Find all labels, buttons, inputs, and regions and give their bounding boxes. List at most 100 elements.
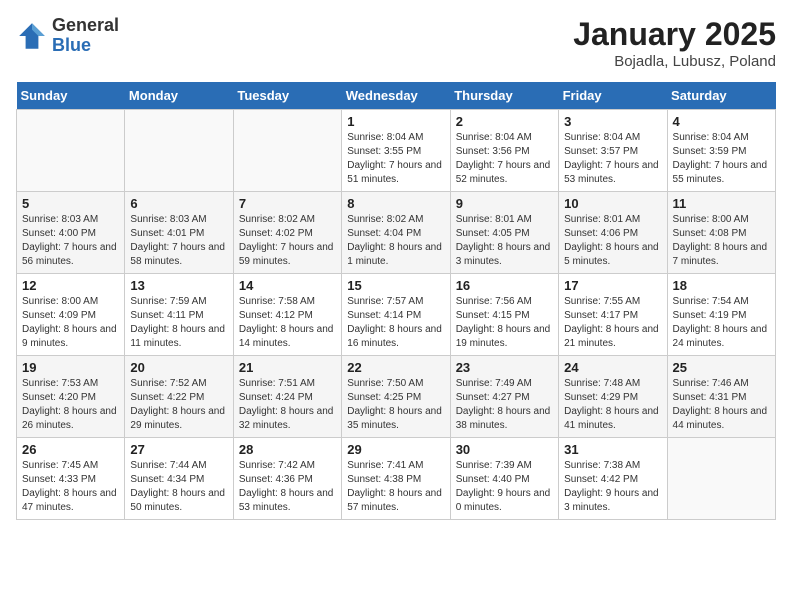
calendar-week-row: 26 Sunrise: 7:45 AM Sunset: 4:33 PM Dayli… <box>17 438 776 520</box>
calendar-cell: 19 Sunrise: 7:53 AM Sunset: 4:20 PM Dayli… <box>17 356 125 438</box>
calendar-cell: 4Sunrise: 8:04 AM Sunset: 3:59 PM Daylig… <box>667 110 775 192</box>
calendar-cell: 22 Sunrise: 7:50 AM Sunset: 4:25 PM Dayli… <box>342 356 450 438</box>
calendar-cell: 8 Sunrise: 8:02 AM Sunset: 4:04 PM Daylig… <box>342 192 450 274</box>
day-number: 22 <box>347 360 444 375</box>
calendar-week-row: 19 Sunrise: 7:53 AM Sunset: 4:20 PM Dayli… <box>17 356 776 438</box>
day-info: Sunrise: 7:51 AM Sunset: 4:24 PM Dayligh… <box>239 377 336 433</box>
day-number: 28 <box>239 442 336 457</box>
day-number: 29 <box>347 442 444 457</box>
day-info: Sunrise: 7:38 AM Sunset: 4:42 PM Dayligh… <box>564 459 661 515</box>
calendar-cell: 5Sunrise: 8:03 AM Sunset: 4:00 PM Daylig… <box>17 192 125 274</box>
day-info: Sunrise: 7:55 AM Sunset: 4:17 PM Dayligh… <box>564 295 661 351</box>
day-number: 6 <box>130 196 227 211</box>
day-info: Sunrise: 8:00 AM Sunset: 4:09 PM Dayligh… <box>22 295 119 351</box>
calendar-table: SundayMondayTuesdayWednesdayThursdayFrid… <box>16 82 776 520</box>
day-of-week-header: Wednesday <box>342 82 450 110</box>
day-info: Sunrise: 7:42 AM Sunset: 4:36 PM Dayligh… <box>239 459 336 515</box>
day-info: Sunrise: 8:01 AM Sunset: 4:06 PM Dayligh… <box>564 213 661 269</box>
calendar-cell <box>125 110 233 192</box>
day-number: 16 <box>456 278 553 293</box>
page-header: General Blue January 2025 Bojadla, Lubus… <box>16 16 776 70</box>
day-info: Sunrise: 8:00 AM Sunset: 4:08 PM Dayligh… <box>673 213 770 269</box>
logo: General Blue <box>16 16 119 56</box>
calendar-week-row: 1 Sunrise: 8:04 AM Sunset: 3:55 PM Daylig… <box>17 110 776 192</box>
day-info: Sunrise: 7:44 AM Sunset: 4:34 PM Dayligh… <box>130 459 227 515</box>
day-info: Sunrise: 7:53 AM Sunset: 4:20 PM Dayligh… <box>22 377 119 433</box>
calendar-cell: 17 Sunrise: 7:55 AM Sunset: 4:17 PM Dayli… <box>559 274 667 356</box>
calendar-cell: 27Sunrise: 7:44 AM Sunset: 4:34 PM Dayli… <box>125 438 233 520</box>
day-of-week-header: Friday <box>559 82 667 110</box>
day-number: 21 <box>239 360 336 375</box>
day-of-week-header: Monday <box>125 82 233 110</box>
day-number: 11 <box>673 196 770 211</box>
day-info: Sunrise: 7:57 AM Sunset: 4:14 PM Dayligh… <box>347 295 444 351</box>
calendar-cell: 14 Sunrise: 7:58 AM Sunset: 4:12 PM Dayli… <box>233 274 341 356</box>
day-info: Sunrise: 7:54 AM Sunset: 4:19 PM Dayligh… <box>673 295 770 351</box>
day-number: 19 <box>22 360 119 375</box>
calendar-week-row: 5Sunrise: 8:03 AM Sunset: 4:00 PM Daylig… <box>17 192 776 274</box>
calendar-cell: 9 Sunrise: 8:01 AM Sunset: 4:05 PM Daylig… <box>450 192 558 274</box>
day-number: 8 <box>347 196 444 211</box>
day-info: Sunrise: 7:39 AM Sunset: 4:40 PM Dayligh… <box>456 459 553 515</box>
day-number: 12 <box>22 278 119 293</box>
day-info: Sunrise: 8:04 AM Sunset: 3:56 PM Dayligh… <box>456 131 553 187</box>
day-of-week-header: Sunday <box>17 82 125 110</box>
calendar-week-row: 12 Sunrise: 8:00 AM Sunset: 4:09 PM Dayli… <box>17 274 776 356</box>
day-number: 9 <box>456 196 553 211</box>
calendar-cell: 24 Sunrise: 7:48 AM Sunset: 4:29 PM Dayli… <box>559 356 667 438</box>
day-info: Sunrise: 7:49 AM Sunset: 4:27 PM Dayligh… <box>456 377 553 433</box>
calendar-cell <box>233 110 341 192</box>
day-info: Sunrise: 8:02 AM Sunset: 4:04 PM Dayligh… <box>347 213 444 269</box>
day-header-row: SundayMondayTuesdayWednesdayThursdayFrid… <box>17 82 776 110</box>
calendar-cell: 18 Sunrise: 7:54 AM Sunset: 4:19 PM Dayli… <box>667 274 775 356</box>
day-info: Sunrise: 8:02 AM Sunset: 4:02 PM Dayligh… <box>239 213 336 269</box>
calendar-cell: 20 Sunrise: 7:52 AM Sunset: 4:22 PM Dayli… <box>125 356 233 438</box>
day-info: Sunrise: 8:04 AM Sunset: 3:55 PM Dayligh… <box>347 131 444 187</box>
day-info: Sunrise: 7:48 AM Sunset: 4:29 PM Dayligh… <box>564 377 661 433</box>
day-number: 31 <box>564 442 661 457</box>
calendar-cell: 21 Sunrise: 7:51 AM Sunset: 4:24 PM Dayli… <box>233 356 341 438</box>
calendar-cell: 29Sunrise: 7:41 AM Sunset: 4:38 PM Dayli… <box>342 438 450 520</box>
calendar-cell: 15 Sunrise: 7:57 AM Sunset: 4:14 PM Dayli… <box>342 274 450 356</box>
calendar-cell: 28 Sunrise: 7:42 AM Sunset: 4:36 PM Dayli… <box>233 438 341 520</box>
day-info: Sunrise: 7:58 AM Sunset: 4:12 PM Dayligh… <box>239 295 336 351</box>
day-number: 24 <box>564 360 661 375</box>
calendar-subtitle: Bojadla, Lubusz, Poland <box>573 53 776 70</box>
day-number: 10 <box>564 196 661 211</box>
calendar-cell: 26 Sunrise: 7:45 AM Sunset: 4:33 PM Dayli… <box>17 438 125 520</box>
day-info: Sunrise: 8:01 AM Sunset: 4:05 PM Dayligh… <box>456 213 553 269</box>
day-number: 26 <box>22 442 119 457</box>
calendar-cell: 1 Sunrise: 8:04 AM Sunset: 3:55 PM Daylig… <box>342 110 450 192</box>
day-info: Sunrise: 7:52 AM Sunset: 4:22 PM Dayligh… <box>130 377 227 433</box>
day-info: Sunrise: 7:45 AM Sunset: 4:33 PM Dayligh… <box>22 459 119 515</box>
calendar-cell: 3 Sunrise: 8:04 AM Sunset: 3:57 PM Daylig… <box>559 110 667 192</box>
day-number: 5 <box>22 196 119 211</box>
day-number: 4 <box>673 114 770 129</box>
day-info: Sunrise: 8:03 AM Sunset: 4:01 PM Dayligh… <box>130 213 227 269</box>
calendar-title: January 2025 <box>573 16 776 53</box>
calendar-cell: 10 Sunrise: 8:01 AM Sunset: 4:06 PM Dayli… <box>559 192 667 274</box>
calendar-cell: 16Sunrise: 7:56 AM Sunset: 4:15 PM Dayli… <box>450 274 558 356</box>
calendar-cell: 25 Sunrise: 7:46 AM Sunset: 4:31 PM Dayli… <box>667 356 775 438</box>
day-number: 18 <box>673 278 770 293</box>
day-info: Sunrise: 7:46 AM Sunset: 4:31 PM Dayligh… <box>673 377 770 433</box>
day-number: 14 <box>239 278 336 293</box>
logo-icon <box>16 20 48 52</box>
day-number: 30 <box>456 442 553 457</box>
calendar-cell: 23 Sunrise: 7:49 AM Sunset: 4:27 PM Dayli… <box>450 356 558 438</box>
calendar-cell <box>17 110 125 192</box>
calendar-cell: 7Sunrise: 8:02 AM Sunset: 4:02 PM Daylig… <box>233 192 341 274</box>
day-of-week-header: Tuesday <box>233 82 341 110</box>
day-info: Sunrise: 8:04 AM Sunset: 3:57 PM Dayligh… <box>564 131 661 187</box>
day-number: 23 <box>456 360 553 375</box>
day-number: 15 <box>347 278 444 293</box>
day-number: 3 <box>564 114 661 129</box>
day-number: 17 <box>564 278 661 293</box>
calendar-cell: 30 Sunrise: 7:39 AM Sunset: 4:40 PM Dayli… <box>450 438 558 520</box>
day-number: 20 <box>130 360 227 375</box>
day-number: 25 <box>673 360 770 375</box>
calendar-cell: 6 Sunrise: 8:03 AM Sunset: 4:01 PM Daylig… <box>125 192 233 274</box>
day-info: Sunrise: 7:50 AM Sunset: 4:25 PM Dayligh… <box>347 377 444 433</box>
calendar-cell: 11 Sunrise: 8:00 AM Sunset: 4:08 PM Dayli… <box>667 192 775 274</box>
day-number: 1 <box>347 114 444 129</box>
